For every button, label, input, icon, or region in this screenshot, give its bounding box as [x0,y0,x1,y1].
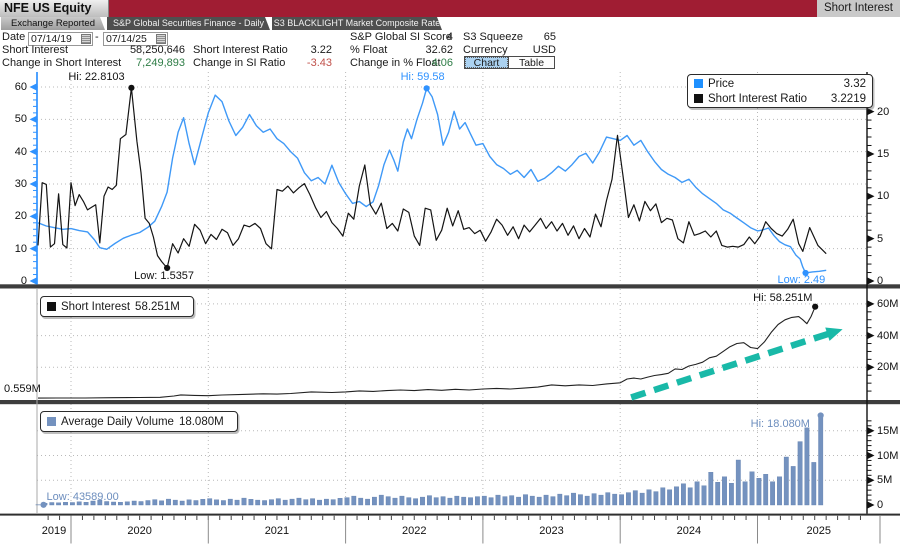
legend-row-short-interest: Short Interest 58.251M [41,297,193,316]
legend-sir-value: 3.2219 [831,93,866,105]
legend-volume-label: Average Daily Volume [61,416,174,428]
volume-legend: Average Daily Volume 18.080M [40,411,238,432]
legend-row-sir: Short Interest Ratio 3.2219 [688,91,872,106]
legend-row-price: Price 3.32 [688,76,872,91]
terminal-window: NFE US Equity Short Interest Exchange Re… [0,0,900,544]
legend-short-interest-label: Short Interest [61,301,130,313]
legend-price-value: 3.32 [844,78,866,90]
legend-row-volume: Average Daily Volume 18.080M [41,412,237,431]
legend-volume-value: 18.080M [179,416,224,428]
short-interest-swatch-icon [47,302,56,311]
legend-price-label: Price [708,78,734,90]
legend-short-interest-value: 58.251M [135,301,180,313]
price-swatch-icon [694,79,703,88]
legend-sir-label: Short Interest Ratio [708,93,807,105]
main-chart-legend: Price 3.32 Short Interest Ratio 3.2219 [687,74,873,108]
short-interest-legend: Short Interest 58.251M [40,296,194,317]
sir-swatch-icon [694,94,703,103]
volume-swatch-icon [47,417,56,426]
